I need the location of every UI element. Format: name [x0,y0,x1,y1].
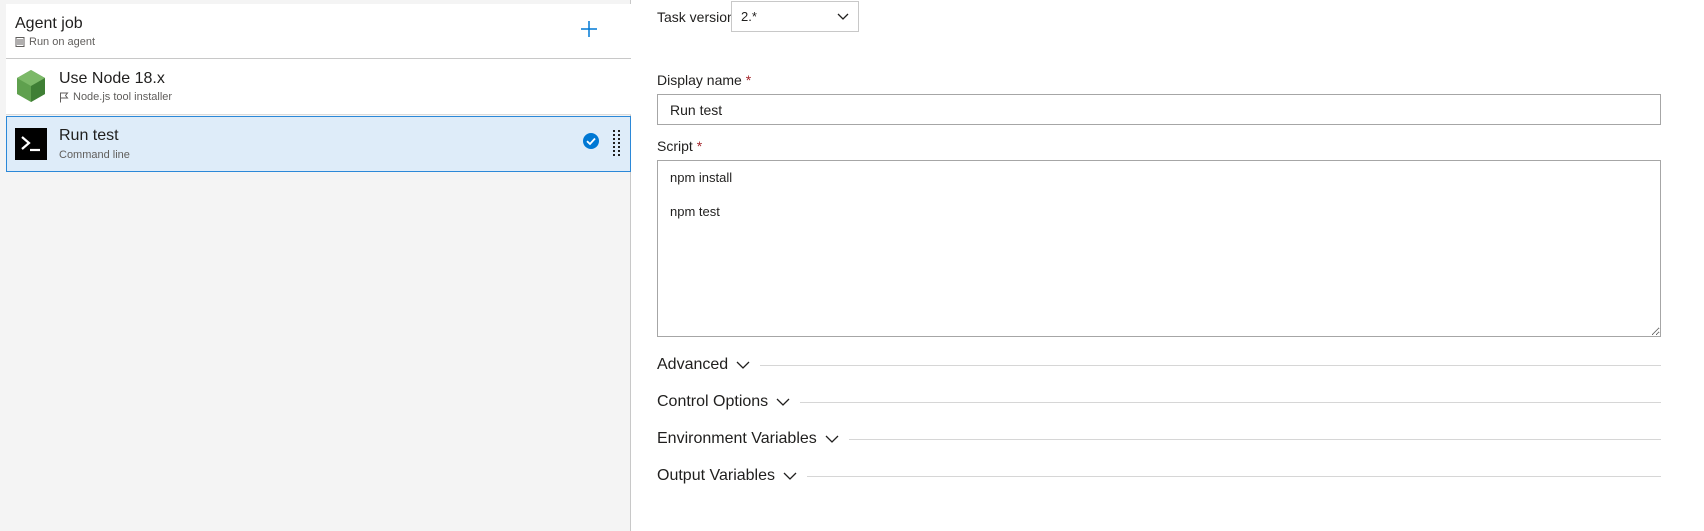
section-label: Output Variables [657,467,775,484]
terminal-icon [15,128,47,160]
flag-icon [60,92,69,102]
section-environment-variables[interactable]: Environment Variables [657,428,1661,450]
section-divider [848,438,1661,440]
nodejs-icon [17,70,45,102]
task-subtitle: Command line [59,149,130,161]
section-control-options[interactable]: Control Options [657,391,1661,413]
task-row-run-test[interactable]: Run test Command line [6,116,631,172]
section-label: Control Options [657,393,769,410]
task-subtitle: Node.js tool installer [59,91,172,103]
chevron-down-icon [837,13,849,20]
chevron-down-icon [783,472,797,480]
plus-icon [581,21,597,37]
section-advanced[interactable]: Advanced [657,354,1661,376]
agent-job-title: Agent job [15,15,83,32]
agent-job-row[interactable]: Agent job Run on agent [6,4,631,59]
task-list-panel: Agent job Run on agent Use Node 18.x Nod… [0,0,631,531]
drag-handle-icon[interactable] [611,129,623,159]
section-output-variables[interactable]: Output Variables [657,465,1661,487]
section-label: Environment Variables [657,430,817,447]
task-title: Run test [59,127,119,144]
task-version-value: 2.* [741,9,757,24]
section-divider [760,364,1661,366]
chevron-down-icon [736,361,750,369]
required-marker: * [745,72,752,88]
add-task-button[interactable] [576,16,602,42]
required-marker: * [696,138,703,154]
task-version-select[interactable]: 2.* [731,1,859,32]
script-textarea[interactable]: npm install npm test [657,160,1661,337]
task-row-use-node[interactable]: Use Node 18.x Node.js tool installer [6,59,631,115]
server-icon [15,37,25,47]
chevron-down-icon [825,435,839,443]
script-label-text: Script [657,138,693,154]
display-name-label-text: Display name [657,72,742,88]
task-title: Use Node 18.x [59,70,165,87]
section-divider [800,401,1661,403]
check-circle-icon [583,133,599,149]
display-name-label: Display name * [657,72,751,88]
agent-job-subtitle: Run on agent [15,36,95,48]
section-divider [807,475,1661,477]
display-name-input[interactable] [657,94,1661,125]
script-label: Script * [657,138,702,154]
task-subtitle-text: Node.js tool installer [73,91,173,103]
task-details-panel: Task version 2.* Display name * Script *… [632,0,1704,531]
chevron-down-icon [776,398,790,406]
agent-job-subtitle-text: Run on agent [29,36,96,48]
section-label: Advanced [657,356,729,373]
task-version-label: Task version [657,9,735,25]
